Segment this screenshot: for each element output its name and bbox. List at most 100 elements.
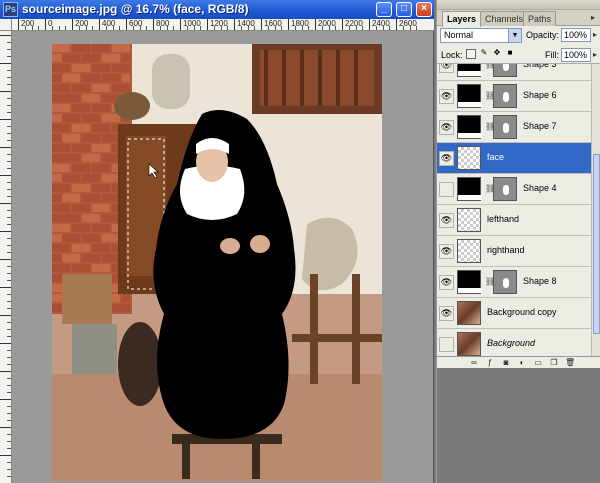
maximize-button[interactable]: □ xyxy=(396,2,412,17)
visibility-eye-icon[interactable]: 👁 xyxy=(439,275,454,290)
chain-link-icon[interactable]: ⛓ xyxy=(485,122,495,132)
link-layers-icon[interactable]: ∞ xyxy=(469,358,479,368)
layer-thumbnail[interactable] xyxy=(457,208,481,232)
new-group-icon[interactable]: ▭ xyxy=(533,358,543,368)
fill-slider-icon[interactable]: ▸ xyxy=(593,50,597,59)
scrollbar-thumb[interactable] xyxy=(593,154,600,334)
close-button[interactable]: × xyxy=(416,2,432,17)
brick xyxy=(82,234,100,242)
layer-thumbnail[interactable] xyxy=(457,301,481,325)
chain-link-icon[interactable]: ⛓ xyxy=(485,91,495,101)
layer-row[interactable]: 👁 ⛓ Shape 7 xyxy=(437,112,591,143)
wheel-post-2 xyxy=(352,274,360,384)
ruler-tick xyxy=(7,413,11,414)
ruler-tick xyxy=(0,427,11,428)
ruler-tick xyxy=(7,392,11,393)
brick xyxy=(72,124,90,132)
vertical-ruler[interactable] xyxy=(0,31,12,483)
brick xyxy=(62,74,80,82)
opacity-input[interactable]: 100% xyxy=(561,28,591,42)
image-canvas[interactable] xyxy=(52,44,382,481)
layer-thumbnail[interactable] xyxy=(457,177,482,201)
thumbnail-bar xyxy=(458,288,482,293)
layer-thumbnail[interactable] xyxy=(457,64,482,77)
layer-thumbnail[interactable] xyxy=(457,84,482,108)
delete-layer-icon[interactable]: 🗑 xyxy=(565,358,575,368)
ruler-tick xyxy=(321,26,323,30)
vector-mask-thumbnail[interactable] xyxy=(493,177,517,201)
lock-brush-icon[interactable]: ✎ xyxy=(479,49,489,59)
nun-righthand xyxy=(250,235,270,253)
brick xyxy=(82,114,100,122)
brick xyxy=(102,214,120,222)
blend-mode-select[interactable]: Normal ▼ xyxy=(440,28,522,43)
layer-row[interactable]: 👁 Background copy xyxy=(437,298,591,329)
visibility-eye-icon[interactable] xyxy=(439,182,454,197)
layer-row[interactable]: 👁 ⛓ Shape 8 xyxy=(437,267,591,298)
opacity-slider-icon[interactable]: ▸ xyxy=(593,30,597,39)
layer-row[interactable]: 👁 righthand xyxy=(437,236,591,267)
lock-position-icon[interactable]: ✥ xyxy=(492,49,502,59)
ruler-tick xyxy=(78,26,80,30)
bucket xyxy=(72,324,117,374)
layer-row[interactable]: ⛓ Shape 4 xyxy=(437,174,591,205)
document-titlebar[interactable]: Ps sourceimage.jpg @ 16.7% (face, RGB/8)… xyxy=(0,0,434,19)
layer-name: Shape 7 xyxy=(523,121,557,131)
visibility-eye-icon[interactable]: 👁 xyxy=(439,151,454,166)
layer-thumbnail[interactable] xyxy=(457,115,482,139)
palette-menu-icon[interactable]: ▸ xyxy=(588,13,598,23)
ruler-tick xyxy=(92,26,94,30)
palette-grip[interactable] xyxy=(437,0,600,10)
ruler-tick xyxy=(7,238,11,239)
chain-link-icon[interactable]: ⛓ xyxy=(485,277,495,287)
visibility-eye-icon[interactable]: 👁 xyxy=(439,89,454,104)
layer-row[interactable]: 👁 face xyxy=(437,143,591,174)
ruler-tick xyxy=(0,455,11,456)
visibility-eye-icon[interactable] xyxy=(439,337,454,352)
ruler-label: 1400 xyxy=(234,19,255,30)
chain-link-icon[interactable]: ⛓ xyxy=(485,184,495,194)
opacity-label: Opacity: xyxy=(526,30,560,40)
lock-all-icon[interactable]: ■ xyxy=(505,49,515,59)
chain-link-icon[interactable]: ⛓ xyxy=(485,64,495,70)
brick xyxy=(82,94,100,102)
layer-thumbnail[interactable] xyxy=(457,332,481,356)
tab-paths[interactable]: Paths xyxy=(523,11,557,26)
ruler-tick xyxy=(335,26,337,30)
visibility-eye-icon[interactable]: 👁 xyxy=(439,306,454,321)
adjustment-layer-icon[interactable]: ◐ xyxy=(517,358,527,368)
brick xyxy=(72,244,90,252)
tab-channels[interactable]: Channels xyxy=(480,11,529,26)
lock-transparency-icon[interactable] xyxy=(466,49,476,59)
basket xyxy=(114,92,150,120)
layer-thumbnail[interactable] xyxy=(457,146,481,170)
brick xyxy=(82,154,100,162)
layer-row[interactable]: Background xyxy=(437,329,591,356)
ruler-tick xyxy=(7,448,11,449)
layers-scrollbar[interactable] xyxy=(591,64,600,356)
visibility-eye-icon[interactable]: 👁 xyxy=(439,64,454,73)
add-mask-icon[interactable]: ◙ xyxy=(501,358,511,368)
layer-thumbnail[interactable] xyxy=(457,239,481,263)
vector-mask-thumbnail[interactable] xyxy=(493,64,517,77)
visibility-eye-icon[interactable]: 👁 xyxy=(439,244,454,259)
horizontal-ruler[interactable]: 200 0 200 400 600 800 1000 1200 1400 1600 1800 2000… xyxy=(12,19,434,31)
vector-mask-thumbnail[interactable] xyxy=(493,84,517,108)
layer-style-icon[interactable]: ƒ xyxy=(485,358,495,368)
layer-thumbnail[interactable] xyxy=(457,270,482,294)
ruler-tick xyxy=(7,105,11,106)
layer-row[interactable]: 👁 ⛓ Shape 3 xyxy=(437,64,591,81)
vector-mask-thumbnail[interactable] xyxy=(493,270,517,294)
mask-shape xyxy=(503,278,509,288)
visibility-eye-icon[interactable]: 👁 xyxy=(439,213,454,228)
ruler-origin[interactable] xyxy=(0,19,12,31)
layer-row[interactable]: 👁 lefthand xyxy=(437,205,591,236)
visibility-eye-icon[interactable]: 👁 xyxy=(439,120,454,135)
brick xyxy=(52,224,70,232)
tab-layers[interactable]: Layers xyxy=(442,11,482,27)
minimize-button[interactable]: _ xyxy=(376,2,392,17)
layer-row[interactable]: 👁 ⛓ Shape 6 xyxy=(437,81,591,112)
new-layer-icon[interactable]: ❐ xyxy=(549,358,559,368)
fill-input[interactable]: 100% xyxy=(561,48,591,62)
vector-mask-thumbnail[interactable] xyxy=(493,115,517,139)
